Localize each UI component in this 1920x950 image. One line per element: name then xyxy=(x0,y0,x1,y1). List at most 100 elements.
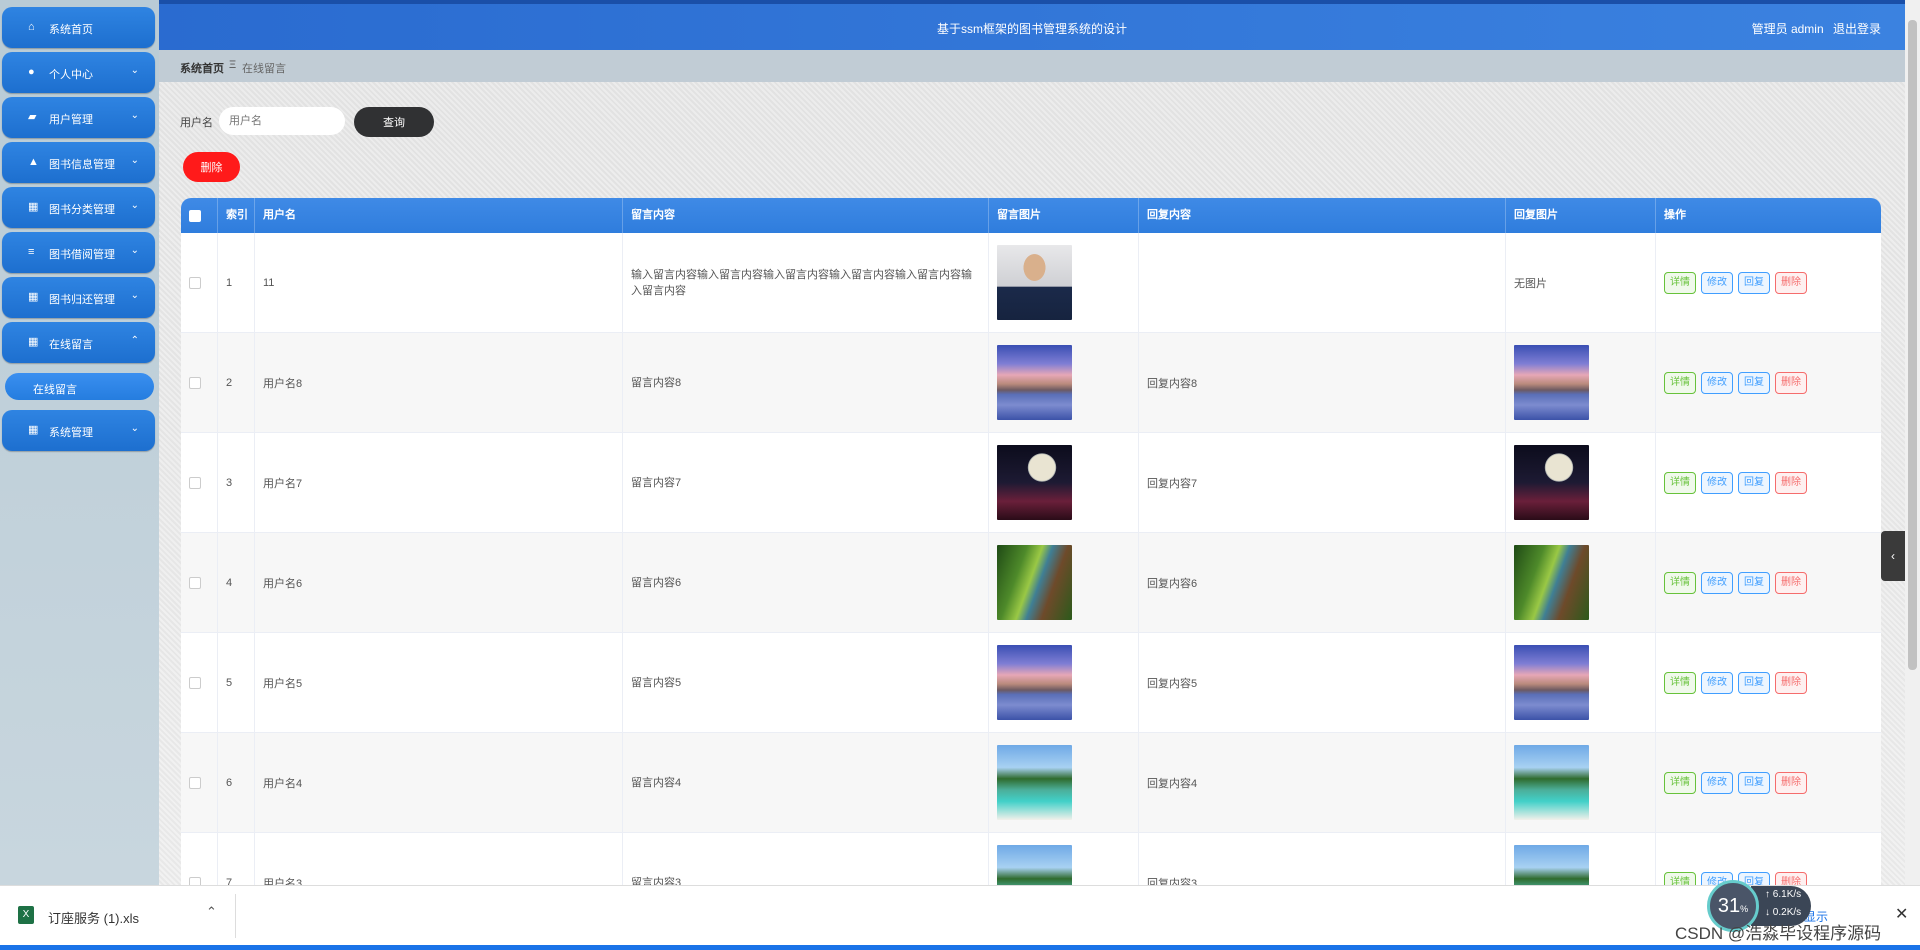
thumb-icon: ▲ xyxy=(28,156,39,168)
table-row: 7 用户名3 留言内容3 回复内容3 详情 修改 回复 删除 xyxy=(181,833,1881,885)
row-image-cell xyxy=(989,433,1139,532)
row-reply: 回复内容3 xyxy=(1139,833,1506,885)
reply-image[interactable] xyxy=(1514,845,1589,885)
edit-button[interactable]: 修改 xyxy=(1701,771,1733,794)
row-reply: 回复内容7 xyxy=(1139,433,1506,532)
detail-button[interactable]: 详情 xyxy=(1664,271,1696,294)
row-username: 用户名6 xyxy=(255,533,623,632)
breadcrumb-home[interactable]: 系统首页 xyxy=(180,60,224,76)
vertical-scrollbar[interactable] xyxy=(1905,0,1920,885)
taskbar-strip xyxy=(0,945,1920,950)
watermark: CSDN @浩淼毕设程序源码 xyxy=(1675,924,1882,943)
row-image-cell xyxy=(989,833,1139,885)
row-checkbox[interactable] xyxy=(189,776,201,789)
delete-button[interactable]: 删除 xyxy=(1775,371,1807,394)
detail-button[interactable]: 详情 xyxy=(1664,771,1696,794)
reply-button[interactable]: 回复 xyxy=(1738,571,1770,594)
row-checkbox[interactable] xyxy=(189,576,201,589)
edit-button[interactable]: 修改 xyxy=(1701,671,1733,694)
sidebar-item-1[interactable]: ● 个人中心 ⌄ xyxy=(2,52,155,93)
chevron-up-icon[interactable]: ⌃ xyxy=(206,904,217,920)
table-row: 2 用户名8 留言内容8 回复内容8 详情 修改 回复 删除 xyxy=(181,333,1881,433)
row-checkbox[interactable] xyxy=(189,676,201,689)
edit-button[interactable]: 修改 xyxy=(1701,471,1733,494)
batch-delete-button[interactable]: 删除 xyxy=(183,152,240,182)
reply-button[interactable]: 回复 xyxy=(1738,671,1770,694)
edit-button[interactable]: 修改 xyxy=(1701,571,1733,594)
row-actions: 详情 修改 回复 删除 xyxy=(1656,733,1881,832)
row-image-cell xyxy=(989,533,1139,632)
sidebar-item-label: 系统首页 xyxy=(49,24,93,36)
reply-button[interactable]: 回复 xyxy=(1738,771,1770,794)
row-username: 用户名4 xyxy=(255,733,623,832)
query-button[interactable]: 查询 xyxy=(354,107,434,137)
detail-button[interactable]: 详情 xyxy=(1664,671,1696,694)
message-image[interactable] xyxy=(997,745,1072,820)
scrollbar-thumb[interactable] xyxy=(1908,20,1917,670)
message-image[interactable] xyxy=(997,345,1072,420)
sidebar-item-7[interactable]: ▦ 在线留言 ⌃ xyxy=(2,322,155,363)
search-label: 用户名 xyxy=(180,117,213,129)
excel-file-icon: X xyxy=(18,906,34,924)
logout-link[interactable]: 退出登录 xyxy=(1833,22,1881,36)
edit-button[interactable]: 修改 xyxy=(1701,271,1733,294)
row-actions: 详情 修改 回复 删除 xyxy=(1656,533,1881,632)
reply-image[interactable] xyxy=(1514,345,1589,420)
row-reply: 回复内容6 xyxy=(1139,533,1506,632)
reply-button[interactable]: 回复 xyxy=(1738,471,1770,494)
delete-button[interactable]: 删除 xyxy=(1775,271,1807,294)
sidebar-item-3[interactable]: ▲ 图书信息管理 ⌄ xyxy=(2,142,155,183)
select-all-checkbox[interactable] xyxy=(189,210,201,222)
row-content: 输入留言内容输入留言内容输入留言内容输入留言内容输入留言内容输入留言内容 xyxy=(623,233,989,332)
message-image[interactable] xyxy=(997,545,1072,620)
row-index: 1 xyxy=(218,233,255,332)
detail-button[interactable]: 详情 xyxy=(1664,571,1696,594)
reply-image[interactable] xyxy=(1514,745,1589,820)
reply-image[interactable] xyxy=(1514,645,1589,720)
reply-image[interactable] xyxy=(1514,545,1589,620)
row-reply-image-cell xyxy=(1506,633,1656,732)
reply-button[interactable]: 回复 xyxy=(1738,271,1770,294)
username-search-input[interactable] xyxy=(219,107,345,135)
row-checkbox[interactable] xyxy=(189,476,201,489)
sidebar-subitem-online-message[interactable]: 在线留言 xyxy=(5,373,154,400)
edit-button[interactable]: 修改 xyxy=(1701,371,1733,394)
message-image[interactable] xyxy=(997,845,1072,885)
message-image[interactable] xyxy=(997,645,1072,720)
message-image[interactable] xyxy=(997,245,1072,320)
download-speed: 0.2 xyxy=(1772,907,1787,918)
sidebar-subitem-label: 在线留言 xyxy=(33,384,77,396)
close-icon[interactable]: ✕ xyxy=(1895,904,1908,924)
sidebar-item-6[interactable]: ▦ 图书归还管理 ⌄ xyxy=(2,277,155,318)
action-buttons: 详情 修改 回复 删除 xyxy=(1664,671,1807,694)
delete-button[interactable]: 删除 xyxy=(1775,571,1807,594)
row-username: 用户名3 xyxy=(255,833,623,885)
delete-button[interactable]: 删除 xyxy=(1775,471,1807,494)
row-actions: 详情 修改 回复 删除 xyxy=(1656,833,1881,885)
row-checkbox[interactable] xyxy=(189,376,201,389)
top-header: 基于ssm框架的图书管理系统的设计 管理员 admin 退出登录 xyxy=(159,0,1905,50)
delete-button[interactable]: 删除 xyxy=(1775,771,1807,794)
reply-image[interactable] xyxy=(1514,445,1589,520)
percent-value: 31 xyxy=(1717,895,1741,917)
delete-button[interactable]: 删除 xyxy=(1775,671,1807,694)
row-checkbox[interactable] xyxy=(189,876,201,885)
row-checkbox[interactable] xyxy=(189,276,201,289)
row-content: 留言内容3 xyxy=(623,833,989,885)
collapse-panel-button[interactable]: ‹ xyxy=(1881,531,1905,581)
detail-button[interactable]: 详情 xyxy=(1664,871,1696,885)
table-row: 1 11 输入留言内容输入留言内容输入留言内容输入留言内容输入留言内容输入留言内容无… xyxy=(181,233,1881,333)
sidebar-item-5[interactable]: ≡ 图书借阅管理 ⌄ xyxy=(2,232,155,273)
message-image[interactable] xyxy=(997,445,1072,520)
sidebar-item-4[interactable]: ▦ 图书分类管理 ⌄ xyxy=(2,187,155,228)
sidebar-item-0[interactable]: ⌂ 系统首页 xyxy=(2,7,155,48)
detail-button[interactable]: 详情 xyxy=(1664,471,1696,494)
detail-button[interactable]: 详情 xyxy=(1664,371,1696,394)
chevron-up-icon: ⌃ xyxy=(130,335,139,346)
sidebar-item-8[interactable]: ▦ 系统管理 ⌄ xyxy=(2,410,155,451)
reply-button[interactable]: 回复 xyxy=(1738,371,1770,394)
sidebar-item-2[interactable]: ▰ 用户管理 ⌄ xyxy=(2,97,155,138)
download-file-name[interactable]: 订座服务 (1).xls xyxy=(48,908,139,927)
app-title: 基于ssm框架的图书管理系统的设计 xyxy=(937,22,1127,36)
home-icon: ⌂ xyxy=(28,21,35,33)
